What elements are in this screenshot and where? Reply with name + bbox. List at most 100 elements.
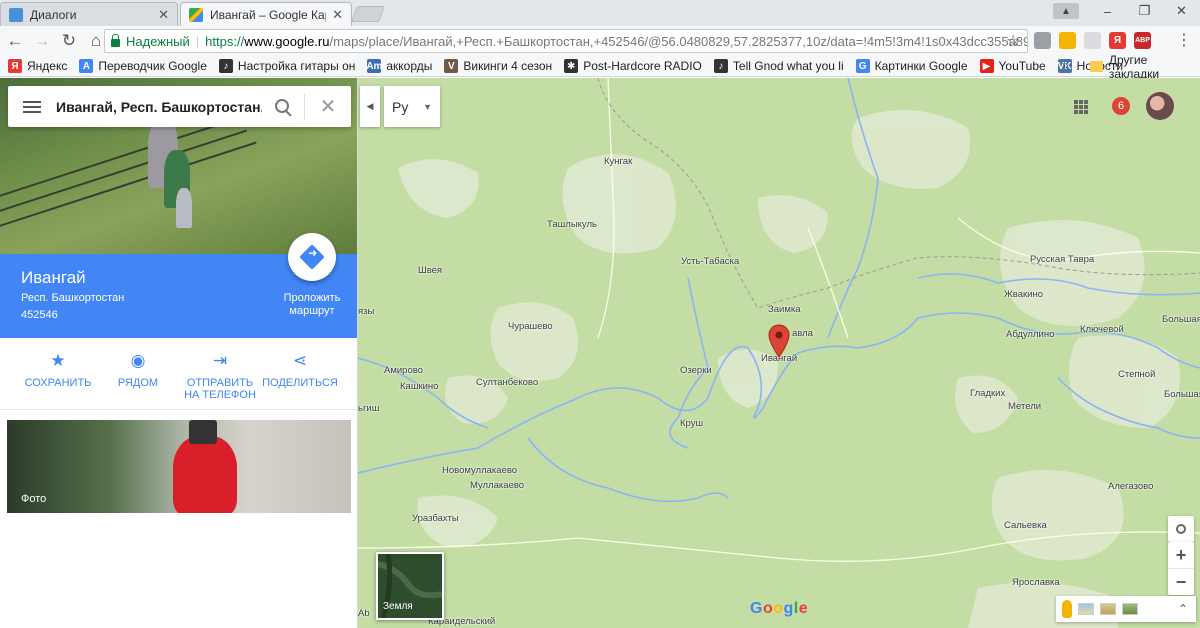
bookmark-youtube[interactable]: ▶ YouTube [979,59,1046,73]
place-label[interactable]: Круш [680,418,703,429]
security-label: Надежный [126,33,190,49]
place-label[interactable]: Чурашево [508,321,553,332]
zoom-controls: + − [1168,542,1194,595]
other-bookmarks[interactable]: Другие закладки [1090,53,1200,81]
browser-menu-icon[interactable]: ⋮ [1176,30,1192,50]
close-tab-icon[interactable]: ✕ [332,7,343,23]
notifications-badge[interactable]: 6 [1112,97,1130,115]
language-select[interactable]: Ру ▼ [384,86,440,127]
bookmark-vikings[interactable]: V Викинги 4 сезон [444,59,552,73]
save-button[interactable]: ★ СОХРАНИТЬ [16,350,100,389]
action-label: ПОДЕЛИТЬСЯ [262,377,338,389]
imagery-thumb-3[interactable] [1122,603,1138,615]
search-input[interactable]: Ивангай, Респ. Башкортостан, 452546 [56,99,262,115]
my-location-button[interactable] [1168,516,1194,542]
search-icon[interactable] [272,96,294,118]
bookmark-google[interactable]: G Картинки Google [855,59,968,73]
place-label[interactable]: Абдуллино [1006,329,1054,340]
forward-button[interactable]: → [30,29,54,53]
place-label[interactable]: язы [358,306,374,317]
place-panel: Ивангай, Респ. Башкортостан, 452546 ✕ Ив… [0,78,358,628]
tab-title: Диалоги [30,7,77,22]
place-label[interactable]: Кашкино [400,381,438,392]
collapse-panel-button[interactable]: ◀ [360,86,380,127]
zoom-in-button[interactable]: + [1168,542,1194,568]
close-icon[interactable]: ✕ [305,94,351,119]
place-label[interactable]: Новомуллакаево [442,465,517,476]
reload-button[interactable]: ↻ [57,29,81,53]
street-view-bar: ⌃ [1056,596,1196,622]
location-marker-icon[interactable] [768,324,790,358]
imagery-thumb-1[interactable] [1078,603,1094,615]
profile-icon[interactable]: ▲ [1053,3,1079,19]
bookmark-chords[interactable]: Am аккорды [366,59,432,73]
bookmark-label: Картинки Google [874,59,968,73]
place-label[interactable]: авла [792,328,813,339]
place-label[interactable]: Большая С [1162,314,1200,325]
ext-gray-icon[interactable] [1034,32,1051,49]
photo-card[interactable]: Фото [7,420,351,513]
place-label[interactable]: Муллакаево [470,480,524,491]
avatar[interactable] [1146,92,1174,120]
minimize-button[interactable]: – [1089,0,1126,22]
place-label[interactable]: Ab [358,608,370,619]
yandex-icon[interactable]: Я [1109,32,1126,49]
new-tab-button[interactable] [351,6,385,22]
apps-grid-icon[interactable] [1074,100,1088,114]
url-host: www.google.ru [244,33,330,49]
place-label[interactable]: Амирово [384,365,423,376]
photo-subject-cap [189,420,217,444]
place-label[interactable]: Заимка [768,304,801,315]
share-button[interactable]: ⋖ ПОДЕЛИТЬСЯ [258,350,342,389]
place-label[interactable]: Степной [1118,369,1155,380]
bookmark-yandex[interactable]: Я Яндекс [8,59,67,73]
map-canvas[interactable]: Кунгак Ташлыкуль Усть-Табаска Швея Заимка авл… [358,78,1200,628]
place-label[interactable]: Ташлыкуль [547,219,597,230]
zoom-out-button[interactable]: − [1168,569,1194,595]
place-label[interactable]: Ярославка [1012,577,1060,588]
close-window-button[interactable]: ✕ [1163,0,1200,22]
send-to-phone-button[interactable]: ⇥ ОТПРАВИТЬ НА ТЕЛЕФОН [178,350,262,401]
place-label[interactable]: Большая [1164,389,1200,400]
pegman-icon[interactable] [1062,600,1072,618]
place-label[interactable]: Гладких [970,388,1005,399]
chevron-up-icon[interactable]: ⌃ [1178,602,1188,616]
menu-icon[interactable] [8,86,56,127]
place-label[interactable]: ьгиш [358,403,379,414]
satellite-layer-toggle[interactable]: Земля [376,552,444,620]
place-label[interactable]: Уразбахты [412,513,459,524]
maximize-button[interactable]: ❐ [1126,0,1163,22]
place-label[interactable]: Кунгак [604,156,632,167]
ext-bookmark-icon[interactable] [1059,32,1076,49]
back-button[interactable]: ← [3,29,27,53]
place-label[interactable]: Алегазово [1108,481,1153,492]
close-tab-icon[interactable]: ✕ [158,7,169,23]
place-label[interactable]: Русская Тавра [1030,254,1094,265]
action-row: ★ СОХРАНИТЬ ◉ РЯДОМ ⇥ ОТПРАВИТЬ НА ТЕЛЕФ… [0,340,357,410]
bookmark-guitar[interactable]: ♪ Настройка гитары он [218,59,355,73]
ext-small-icon[interactable] [1084,32,1101,49]
place-label[interactable]: Султанбеково [476,377,538,388]
bookmark-star-icon[interactable]: ☆ [1006,31,1020,51]
imagery-thumb-2[interactable] [1100,603,1116,615]
place-label[interactable]: Швея [418,265,442,276]
nearby-button[interactable]: ◉ РЯДОМ [96,350,180,389]
window-controls: ▲ – ❐ ✕ [1053,0,1200,22]
place-label[interactable]: Усть-Табаска [681,256,739,267]
place-label[interactable]: Сальевка [1004,520,1047,531]
directions-label[interactable]: Проложить маршрут [276,292,348,318]
place-label[interactable]: Метели [1008,401,1041,412]
tab-google-maps[interactable]: Ивангай – Google Карты ✕ [180,2,352,26]
address-bar[interactable]: Надежный | https:// www.google.ru /maps/… [104,29,1028,53]
bookmark-gnod[interactable]: ♪ Tell Gnod what you li [713,59,844,73]
adblock-icon[interactable]: ABP [1134,32,1151,49]
bookmark-translate[interactable]: A Переводчик Google [79,59,207,73]
google-logo: Google [750,600,808,618]
place-label[interactable]: Озерки [680,365,712,376]
bookmarks-overflow-button[interactable]: » [1062,58,1069,72]
directions-button[interactable] [288,233,336,281]
place-label[interactable]: Ключевой [1080,324,1124,335]
place-label[interactable]: Жвакино [1004,289,1043,300]
bookmark-radio[interactable]: ✱ Post-Hardcore RADIO [564,59,702,73]
tab-dialogs[interactable]: Диалоги ✕ [0,2,178,26]
